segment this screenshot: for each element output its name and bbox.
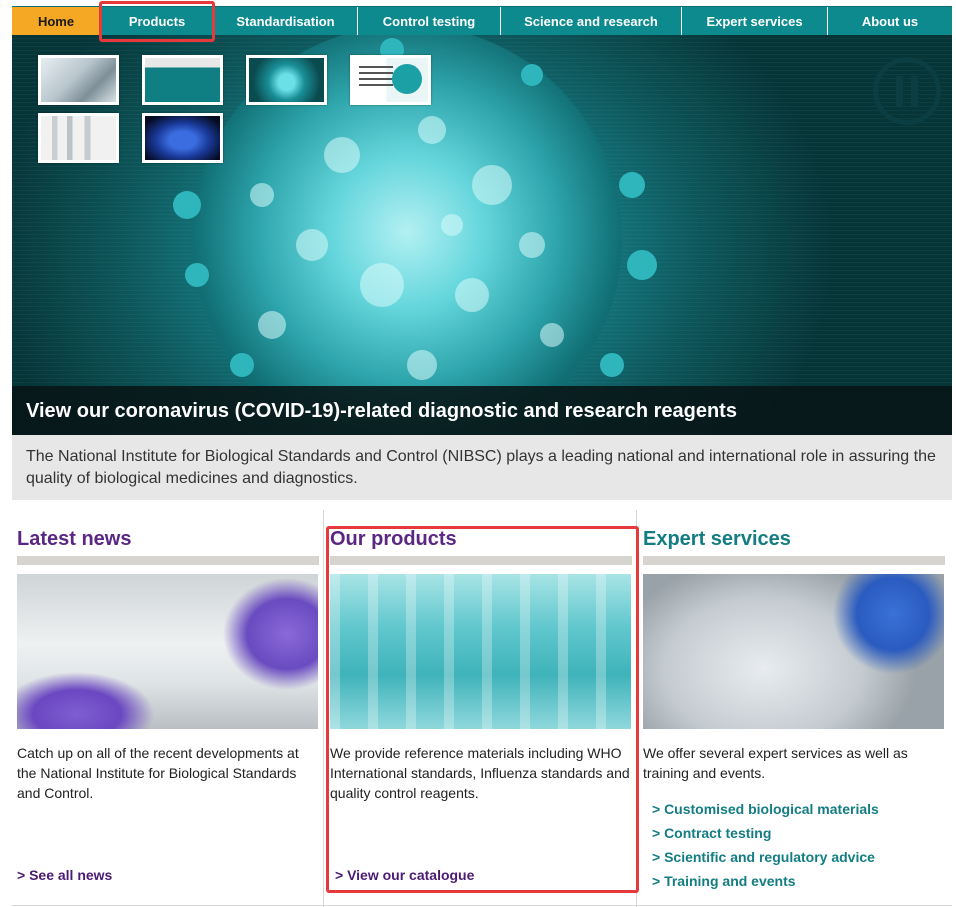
- products-image[interactable]: [330, 574, 631, 729]
- thumbnail-coronavirus[interactable]: [246, 55, 327, 105]
- nav-expert-services[interactable]: Expert services: [682, 7, 828, 36]
- services-image[interactable]: [643, 574, 944, 729]
- intro-text: The National Institute for Biological St…: [12, 435, 952, 500]
- nav-products[interactable]: Products: [101, 7, 214, 36]
- our-products-title[interactable]: Our products: [330, 510, 632, 557]
- title-divider: [643, 556, 945, 565]
- customised-biological-materials-link[interactable]: > Customised biological materials: [652, 801, 945, 818]
- products-description: We provide reference materials including…: [330, 745, 630, 801]
- thumbnail-lab-scientists[interactable]: [38, 55, 119, 105]
- services-link-list: > Customised biological materials > Cont…: [643, 801, 945, 890]
- latest-news-section: Latest news Catch up on all of the recen…: [12, 510, 324, 907]
- thumbnail-anatomy[interactable]: [142, 113, 223, 163]
- see-all-news-link[interactable]: > See all news: [17, 867, 112, 883]
- nav-about-us[interactable]: About us: [828, 7, 952, 36]
- nav-standardisation[interactable]: Standardisation: [214, 7, 358, 36]
- hero-caption-link[interactable]: View our coronavirus (COVID-19)-related …: [12, 386, 952, 435]
- news-description: Catch up on all of the recent developmen…: [17, 745, 299, 801]
- footer-divider: [12, 905, 952, 906]
- expert-services-section: Expert services We offer several expert …: [638, 510, 950, 907]
- title-divider: [330, 556, 632, 565]
- thumbnail-text-lines: [359, 66, 393, 90]
- contract-testing-link[interactable]: > Contract testing: [652, 825, 945, 842]
- training-events-link[interactable]: > Training and events: [652, 873, 945, 890]
- thumbnail-document[interactable]: [350, 55, 431, 105]
- hero-carousel: View our coronavirus (COVID-19)-related …: [12, 35, 952, 435]
- thumbnail-graphic: [392, 64, 422, 94]
- services-description: We offer several expert services as well…: [643, 745, 908, 781]
- nav-home[interactable]: Home: [12, 7, 101, 36]
- title-divider: [17, 556, 319, 565]
- scientific-regulatory-advice-link[interactable]: > Scientific and regulatory advice: [652, 849, 945, 866]
- main-nav: Home Products Standardisation Control te…: [12, 6, 952, 36]
- our-products-section: Our products We provide reference materi…: [325, 510, 637, 907]
- news-image[interactable]: [17, 574, 318, 729]
- nav-science-and-research[interactable]: Science and research: [501, 7, 682, 36]
- view-catalogue-link[interactable]: > View our catalogue: [335, 867, 474, 883]
- thumbnail-vials[interactable]: [38, 113, 119, 163]
- latest-news-title[interactable]: Latest news: [17, 510, 319, 557]
- expert-services-title[interactable]: Expert services: [643, 510, 945, 557]
- pause-icon[interactable]: [873, 57, 941, 125]
- nav-control-testing[interactable]: Control testing: [358, 7, 501, 36]
- thumbnail-teal-banner[interactable]: [142, 55, 223, 105]
